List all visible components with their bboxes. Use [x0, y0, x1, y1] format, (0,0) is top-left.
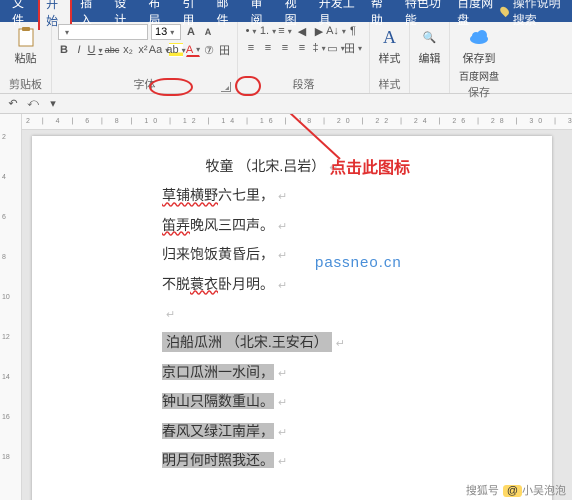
superscript-button[interactable]: x²	[137, 43, 149, 57]
change-case-button[interactable]: Aa	[152, 43, 166, 57]
poem2-line2: 钟山只隔数重山。↵	[162, 387, 422, 416]
show-marks-button[interactable]: ¶	[346, 24, 360, 38]
cloud-icon	[468, 26, 490, 48]
font-family-select[interactable]	[58, 24, 148, 40]
poem2-title: 泊船瓜洲 （北宋.王安石）↵	[162, 328, 422, 357]
group-paragraph: • 1. ≡ ◀ ▶ A↓ ¶ ≡ ≡ ≡ ≡ ‡ ▭ 田 段落	[238, 22, 370, 93]
poem1-line1: 草铺横野六七里，↵	[162, 181, 422, 210]
decrease-font-button[interactable]: A	[201, 25, 215, 39]
group-styles-label: 样式	[376, 75, 403, 93]
styles-icon: A	[379, 26, 401, 48]
shading-button[interactable]: ▭	[329, 41, 343, 55]
paste-label: 粘贴	[15, 50, 37, 66]
group-save-label: 保存	[456, 83, 502, 101]
group-editing: 🔍 编辑	[410, 22, 450, 93]
blank-line: ↵	[162, 299, 422, 328]
qat-more-button[interactable]: ▾	[46, 97, 60, 111]
group-font-label: 字体	[58, 75, 231, 93]
align-left-button[interactable]: ≡	[244, 41, 258, 55]
strike-button[interactable]: abc	[105, 43, 119, 57]
undo-button[interactable]: ↶	[6, 97, 20, 111]
group-clipboard-label: 剪贴板	[6, 75, 45, 93]
justify-button[interactable]: ≡	[295, 41, 309, 55]
bullets-button[interactable]: •	[244, 24, 258, 38]
char-border-button[interactable]: 田	[218, 43, 231, 57]
align-center-button[interactable]: ≡	[261, 41, 275, 55]
sort-button[interactable]: A↓	[329, 24, 343, 38]
editing-button[interactable]: 🔍 编辑	[416, 24, 443, 66]
poem1-line2: 笛弄晚风三四声。↵	[162, 211, 422, 240]
poem2-line1: 京口瓜洲一水间，↵	[162, 358, 422, 387]
watermark: passneo.cn	[315, 254, 402, 271]
poem1-line4: 不脱蓑衣卧月明。↵	[162, 270, 422, 299]
menu-bar: 文件开始插入设计布局引用邮件审阅视图开发工具帮助特色功能百度网盘操作说明搜索	[0, 0, 572, 22]
bold-button[interactable]: B	[58, 43, 70, 57]
font-color-button[interactable]: A	[186, 43, 200, 57]
increase-font-button[interactable]: A	[184, 25, 198, 39]
ribbon: 粘贴 剪贴板 13 A A B I U abc x₂ x² Aa ab A ⑦	[0, 22, 572, 94]
align-right-button[interactable]: ≡	[278, 41, 292, 55]
numbering-button[interactable]: 1.	[261, 24, 275, 38]
poem2-line4: 明月何时照我还。↵	[162, 446, 422, 475]
italic-button[interactable]: I	[73, 43, 85, 57]
document-page[interactable]: 牧童 （北宋.吕岩）↵ 草铺横野六七里，↵ 笛弄晚风三四声。↵ 归来饱饭黄昏后，…	[32, 136, 552, 500]
poem2-line3: 春风又绿江南岸，↵	[162, 417, 422, 446]
line-spacing-button[interactable]: ‡	[312, 41, 326, 55]
workspace: 24681012141618 2 | 4 | 6 | 8 | 10 | 12 |…	[0, 114, 572, 500]
find-icon: 🔍	[419, 26, 441, 48]
highlight-button[interactable]: ab	[169, 43, 183, 57]
font-size-select[interactable]: 13	[151, 24, 181, 40]
borders-button[interactable]: 田	[346, 41, 360, 55]
subscript-button[interactable]: x₂	[122, 43, 134, 57]
horizontal-ruler: 2 | 4 | 6 | 8 | 10 | 12 | 14 | 16 | 18 |…	[22, 114, 572, 130]
indent-inc-button[interactable]: ▶	[312, 24, 326, 38]
underline-button[interactable]: U	[88, 43, 102, 57]
annotation-text: 点击此图标	[330, 154, 410, 178]
group-font: 13 A A B I U abc x₂ x² Aa ab A ⑦ 田 字体	[52, 22, 238, 93]
save-baidu-button[interactable]: 保存到 百度网盘	[456, 24, 502, 83]
indent-dec-button[interactable]: ◀	[295, 24, 309, 38]
group-styles: A 样式 样式	[370, 22, 410, 93]
tell-me[interactable]: 操作说明搜索	[513, 0, 566, 28]
redo-button[interactable]: ⤺	[26, 97, 40, 111]
group-paragraph-label: 段落	[244, 75, 363, 93]
group-save: 保存到 百度网盘 保存	[450, 22, 508, 93]
font-launcher-icon[interactable]	[221, 82, 231, 92]
vertical-ruler: 24681012141618	[0, 114, 22, 500]
multilevel-button[interactable]: ≡	[278, 24, 292, 38]
group-clipboard: 粘贴 剪贴板	[0, 22, 52, 93]
bulb-icon	[499, 5, 511, 17]
at-icon: @	[503, 485, 522, 497]
styles-button[interactable]: A 样式	[376, 24, 403, 66]
paste-button[interactable]: 粘贴	[6, 24, 45, 66]
clipboard-icon	[15, 26, 37, 48]
footer-credit: 搜狐号@小吴泡泡	[466, 482, 566, 498]
phonetic-button[interactable]: ⑦	[203, 43, 215, 57]
